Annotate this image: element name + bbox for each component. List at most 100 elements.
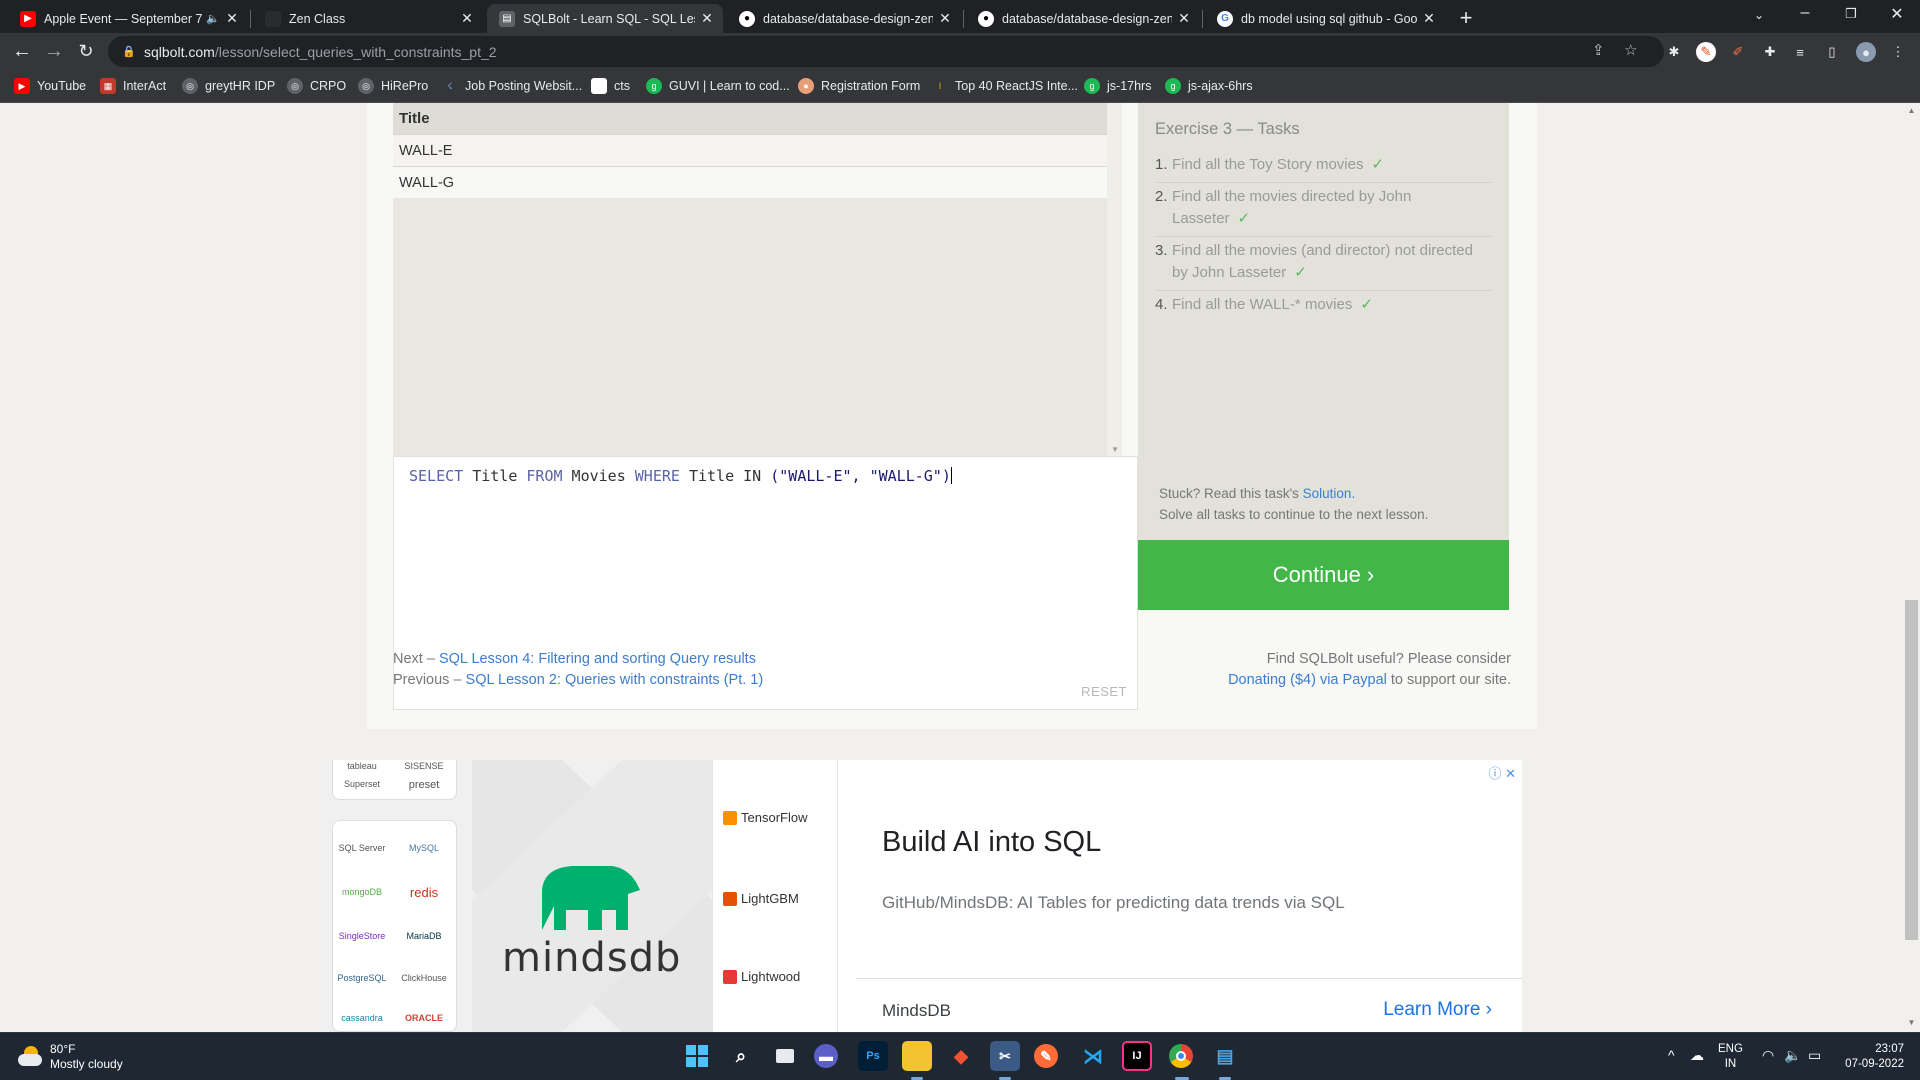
chrome-icon[interactable] xyxy=(1166,1041,1196,1071)
system-clock[interactable]: 23:07 07-09-2022 xyxy=(1842,1042,1904,1072)
mindsdb-logo: mindsdb xyxy=(502,860,680,981)
tab-title: Apple Event — September 7 xyxy=(44,11,203,26)
close-tab-icon[interactable]: ✕ xyxy=(459,10,475,27)
ad-headline[interactable]: Build AI into SQL xyxy=(882,826,1101,859)
media-control-icon[interactable]: ≡ xyxy=(1790,42,1810,62)
scrollbar-thumb[interactable] xyxy=(1905,600,1918,940)
speaker-icon[interactable]: 🔈 xyxy=(206,12,220,25)
forward-arrow-icon[interactable]: → xyxy=(42,39,66,63)
interact-icon: ▦ xyxy=(100,78,116,94)
bookmark-react-interview[interactable]: ǀ Top 40 ReactJS Inte... xyxy=(932,78,1078,94)
restore-button[interactable]: ❐ xyxy=(1828,6,1874,22)
task-view-icon[interactable] xyxy=(770,1041,800,1071)
ad-choices-icon[interactable]: ⓘ ✕ xyxy=(1488,763,1516,782)
close-tab-icon[interactable]: ✕ xyxy=(224,10,240,27)
scroll-up-icon[interactable]: ▲ xyxy=(1905,106,1918,115)
tab-github-1[interactable]: ● database/database-design-zen-c ✕ xyxy=(727,4,961,33)
bookmark-crpo[interactable]: ◎ CRPO xyxy=(287,78,346,94)
new-tab-button[interactable]: + xyxy=(1454,5,1478,31)
youtube-icon: ▶ xyxy=(20,10,36,27)
learn-more-button[interactable]: Learn More › xyxy=(1383,999,1492,1021)
close-tab-icon[interactable]: ✕ xyxy=(1176,10,1192,27)
continue-button[interactable]: Continue › xyxy=(1138,540,1509,610)
file-explorer-icon[interactable] xyxy=(902,1041,932,1071)
bookmark-star-icon[interactable]: ☆ xyxy=(1624,41,1637,59)
extension-icon[interactable]: ✎ xyxy=(1696,42,1716,62)
next-lesson-link[interactable]: SQL Lesson 4: Filtering and sorting Quer… xyxy=(439,651,756,667)
git-icon[interactable]: ◆ xyxy=(946,1041,976,1071)
minimize-button[interactable]: – xyxy=(1782,4,1828,22)
windows-start-icon[interactable] xyxy=(682,1041,712,1071)
reset-button[interactable]: RESET xyxy=(1081,684,1127,699)
table-row: WALL-G xyxy=(393,166,1122,198)
menu-kebab-icon[interactable]: ⋮ xyxy=(1888,42,1908,62)
checkmark-icon: ✓ xyxy=(1237,210,1251,227)
database-tool-icon[interactable]: ✂ xyxy=(990,1041,1020,1071)
ad-advertiser: MindsDB xyxy=(882,1001,951,1020)
tab-sqlbolt[interactable]: ▤ SQLBolt - Learn SQL - SQL Lesson ✕ xyxy=(487,4,723,33)
bookmark-youtube[interactable]: ▶ YouTube xyxy=(14,78,86,94)
ad-text-panel[interactable]: ⓘ ✕ Build AI into SQL GitHub/MindsDB: AI… xyxy=(856,760,1522,1032)
ad-image[interactable]: tableau SISENSE Superset preset SQL Serv… xyxy=(322,760,712,1032)
back-arrow-icon[interactable]: ← xyxy=(10,39,34,63)
address-bar[interactable]: 🔒 sqlbolt.com/lesson/select_queries_with… xyxy=(108,36,1664,67)
volume-icon[interactable]: 🔈 xyxy=(1784,1047,1801,1064)
reload-icon[interactable]: ↻ xyxy=(74,39,98,63)
close-tab-icon[interactable]: ✕ xyxy=(937,10,953,27)
bookmark-registration-form[interactable]: ● Registration Form xyxy=(798,78,920,94)
advertisement[interactable]: tableau SISENSE Superset preset SQL Serv… xyxy=(322,760,1522,1032)
sql-query-text[interactable]: SELECT Title FROM Movies WHERE Title IN … xyxy=(409,467,952,485)
lock-icon: 🔒 xyxy=(122,46,136,58)
puzzle-icon[interactable]: ✚ xyxy=(1760,42,1780,62)
bookmark-hirepro[interactable]: ◎ HiRePro xyxy=(358,78,428,94)
search-icon[interactable]: ⌕ xyxy=(726,1041,756,1071)
tab-search-icon[interactable]: ⌄ xyxy=(1736,8,1782,22)
notepad-icon[interactable]: ▤ xyxy=(1210,1041,1240,1071)
text-cursor xyxy=(950,467,952,484)
side-panel-icon[interactable]: ▯ xyxy=(1822,42,1842,62)
tab-google-search[interactable]: G db model using sql github - Goo ✕ xyxy=(1205,4,1445,33)
extension-icon[interactable]: ✱ xyxy=(1664,42,1684,62)
avatar[interactable]: ● xyxy=(1856,42,1876,62)
taskbar: 80°F Mostly cloudy ⌕ ▬ Ps ◆ ✂ ✎ ⋊ IJ ▤ ^… xyxy=(0,1032,1920,1080)
page-viewport: Title WALL-E WALL-G ▼ SELECT Title FROM … xyxy=(0,103,1903,1032)
battery-icon[interactable]: ▭ xyxy=(1808,1047,1821,1064)
globe-icon: ◎ xyxy=(358,78,374,94)
close-window-button[interactable]: ✕ xyxy=(1874,4,1920,24)
intellij-icon[interactable]: IJ xyxy=(1122,1041,1152,1071)
tab-zen-class[interactable]: Zen Class ✕ xyxy=(253,4,483,33)
bookmark-js-17hrs[interactable]: g js-17hrs xyxy=(1084,78,1151,94)
scroll-down-icon[interactable]: ▼ xyxy=(1111,445,1119,454)
share-icon[interactable]: ⇪ xyxy=(1592,41,1605,59)
bookmark-job-posting[interactable]: ☇ Job Posting Websit... xyxy=(442,78,582,94)
ad-description: GitHub/MindsDB: AI Tables for predicting… xyxy=(882,893,1345,912)
donate-link[interactable]: Donating ($4) via Paypal xyxy=(1228,672,1387,688)
language-indicator[interactable]: ENG IN xyxy=(1718,1042,1743,1072)
close-tab-icon[interactable]: ✕ xyxy=(1421,10,1437,27)
close-tab-icon[interactable]: ✕ xyxy=(699,10,715,27)
postman-icon[interactable]: ✎ xyxy=(1034,1044,1058,1068)
wifi-icon[interactable]: ◠ xyxy=(1762,1047,1774,1064)
onedrive-icon[interactable]: ☁ xyxy=(1690,1047,1704,1064)
photoshop-icon[interactable]: Ps xyxy=(858,1041,888,1071)
url-path: /lesson/select_queries_with_constraints_… xyxy=(214,43,497,60)
teams-chat-icon[interactable]: ▬ xyxy=(814,1044,838,1068)
solution-link[interactable]: Solution. xyxy=(1303,486,1356,501)
vscode-icon[interactable]: ⋊ xyxy=(1078,1041,1108,1071)
show-hidden-icons[interactable]: ^ xyxy=(1668,1047,1675,1063)
previous-lesson-link[interactable]: SQL Lesson 2: Queries with constraints (… xyxy=(466,672,764,688)
tab-github-2[interactable]: ● database/database-design-zen-c ✕ xyxy=(966,4,1200,33)
bookmark-greythr[interactable]: ◎ greytHR IDP xyxy=(182,78,275,94)
tab-apple-event[interactable]: ▶ Apple Event — September 7 🔈 ✕ xyxy=(8,4,248,33)
bookmark-js-ajax[interactable]: g js-ajax-6hrs xyxy=(1165,78,1253,94)
bookmark-cts[interactable]: cts xyxy=(591,78,630,94)
weather-widget[interactable]: 80°F Mostly cloudy xyxy=(18,1042,123,1072)
bookmark-interact[interactable]: ▦ InterAct xyxy=(100,78,166,94)
scroll-down-icon[interactable]: ▼ xyxy=(1905,1018,1918,1027)
browser-toolbar: ← → ↻ 🔒 sqlbolt.com/lesson/select_querie… xyxy=(0,33,1920,70)
extension-icon[interactable]: ✐ xyxy=(1728,42,1748,62)
checkmark-icon: ✓ xyxy=(1360,296,1373,313)
results-scrollbar[interactable]: ▼ xyxy=(1107,103,1122,456)
bookmark-guvi[interactable]: g GUVI | Learn to cod... xyxy=(646,78,790,94)
tab-title: Zen Class xyxy=(289,11,346,26)
